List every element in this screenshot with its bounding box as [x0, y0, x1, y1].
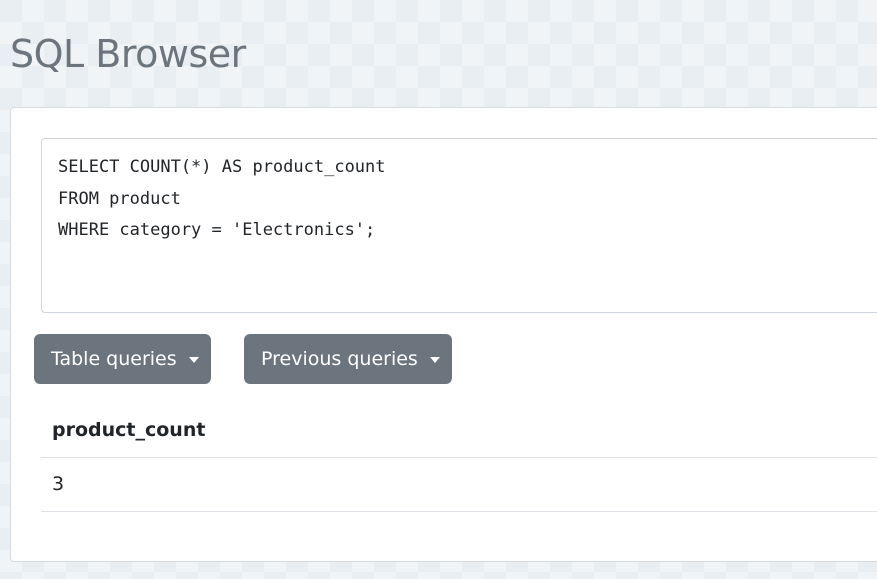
query-card: SELECT COUNT(*) AS product_count FROM pro…: [10, 107, 877, 562]
results-table: product_count 3: [41, 404, 877, 512]
table-queries-label: Table queries: [51, 348, 177, 370]
caret-down-icon: [188, 357, 199, 363]
table-queries-button[interactable]: Table queries: [34, 334, 211, 384]
sql-editor[interactable]: SELECT COUNT(*) AS product_count FROM pro…: [41, 138, 877, 313]
previous-queries-button[interactable]: Previous queries: [244, 334, 452, 384]
previous-queries-label: Previous queries: [261, 348, 418, 370]
sql-line: FROM product: [58, 188, 181, 209]
table-header-row: product_count: [41, 404, 877, 458]
table-cell: 3: [41, 457, 877, 512]
caret-down-icon: [429, 357, 440, 363]
page-title: SQL Browser: [10, 32, 246, 76]
sql-line: WHERE category = 'Electronics';: [58, 220, 376, 240]
table-row: 3: [41, 457, 877, 512]
sql-line: SELECT COUNT(*) AS product_count: [58, 157, 386, 177]
column-header-product-count: product_count: [41, 404, 877, 458]
